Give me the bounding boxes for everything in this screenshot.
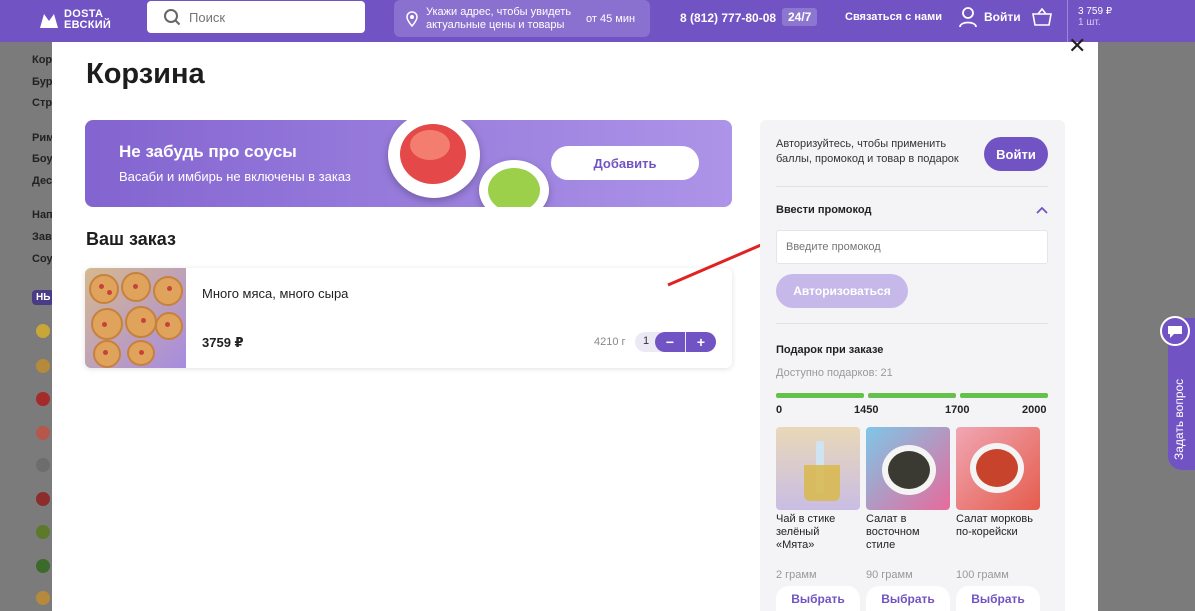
- divider: [776, 323, 1048, 324]
- site-header: DOSTA ЕВСКИЙ Укажи адрес, чтобы увидеть …: [0, 0, 1195, 42]
- gift-progress-segment: [776, 393, 864, 398]
- gift-threshold: 2000: [1022, 404, 1047, 416]
- login-label: Войти: [984, 10, 1021, 24]
- nav-item[interactable]: Бур: [32, 76, 52, 88]
- page-title: Корзина: [86, 58, 205, 90]
- pepper-icon[interactable]: [36, 492, 50, 506]
- nav-item[interactable]: Боу: [32, 153, 53, 165]
- wasabi-bowl-image: [479, 160, 549, 207]
- quantity-stepper: 1 − +: [635, 332, 716, 352]
- location-pin-icon: [406, 10, 418, 27]
- gift-threshold: 0: [776, 404, 783, 416]
- phone-number[interactable]: 8 (812) 777-80-08: [680, 11, 776, 25]
- delivery-time: от 45 мин: [586, 12, 636, 25]
- close-icon[interactable]: ✕: [1068, 35, 1086, 57]
- gift-card[interactable]: Чай в стике зелёный «Мята» 2 грамм: [776, 427, 860, 581]
- basket-icon[interactable]: [1032, 8, 1052, 26]
- nav-item[interactable]: Нап: [32, 209, 53, 221]
- logo-mark-icon: [40, 14, 58, 28]
- address-prompt: Укажи адрес, чтобы увидеть актуальные це…: [426, 5, 572, 31]
- banner-subtitle: Васаби и имбирь не включены в заказ: [119, 169, 351, 184]
- search-icon: [164, 9, 181, 26]
- product-image[interactable]: [85, 268, 186, 368]
- user-icon: [959, 7, 977, 28]
- choose-gift-button[interactable]: Выбрать: [866, 586, 950, 611]
- banner-title: Не забудь про соусы: [119, 142, 297, 161]
- gift-available-count: Доступно подарков: 21: [776, 367, 893, 379]
- nav-item[interactable]: Кор: [32, 54, 52, 66]
- gift-threshold: 1450: [854, 404, 879, 416]
- broccoli-icon[interactable]: [36, 559, 50, 573]
- gift-threshold: 1700: [945, 404, 970, 416]
- category-nav: Кор Бур Стр Рим Боу Дес Нап Зав Соу НЬ: [0, 42, 55, 611]
- search-box[interactable]: [147, 1, 365, 33]
- gift-card[interactable]: Салат в восточном стиле 90 грамм: [866, 427, 950, 581]
- heart-icon[interactable]: [36, 392, 50, 406]
- promo-heading[interactable]: Ввести промокод: [776, 204, 871, 216]
- ask-question-label: Задать вопрос: [1172, 378, 1186, 460]
- nav-item[interactable]: Стр: [32, 97, 52, 109]
- gift-image: [776, 427, 860, 510]
- nav-item[interactable]: Рим: [32, 132, 54, 144]
- sushi-icon[interactable]: [36, 426, 50, 440]
- promo-code-input[interactable]: [776, 230, 1048, 264]
- gift-name: Чай в стике зелёный «Мята»: [776, 513, 836, 551]
- contact-link[interactable]: Связаться с нами: [845, 11, 942, 23]
- gift-progress-segment: [960, 393, 1048, 398]
- authorize-button[interactable]: Авторизоваться: [776, 274, 908, 308]
- nav-item[interactable]: Дес: [32, 175, 52, 187]
- kids-icon[interactable]: [36, 591, 50, 605]
- logo-text: DOSTA ЕВСКИЙ: [64, 8, 112, 31]
- logo[interactable]: DOSTA ЕВСКИЙ: [38, 5, 124, 35]
- checkout-sidebar: Авторизуйтесь, чтобы применить баллы, пр…: [760, 120, 1065, 611]
- product-name: Много мяса, много сыра: [202, 286, 349, 301]
- gift-progress-segment: [868, 393, 956, 398]
- product-weight: 4210 г: [594, 336, 626, 348]
- decrease-quantity-button[interactable]: −: [655, 332, 685, 352]
- nav-item[interactable]: Соу: [32, 253, 53, 265]
- choose-gift-button[interactable]: Выбрать: [776, 586, 860, 611]
- gift-weight: 90 грамм: [866, 569, 913, 581]
- gift-name: Салат морковь по-корейски: [956, 513, 1033, 538]
- gift-image: [866, 427, 950, 510]
- divider: [776, 186, 1048, 187]
- star-icon[interactable]: [36, 324, 50, 338]
- product-price: 3759 ₽: [202, 335, 244, 350]
- cart-item: Много мяса, много сыра 3759 ₽ 4210 г 1 −…: [85, 268, 732, 368]
- auth-prompt: Авторизуйтесь, чтобы применить баллы, пр…: [776, 138, 959, 165]
- chevron-up-icon[interactable]: [1036, 206, 1048, 214]
- choose-gift-button[interactable]: Выбрать: [956, 586, 1040, 611]
- chat-icon: [1168, 326, 1182, 338]
- chat-bubble-icon[interactable]: [1160, 316, 1190, 346]
- gift-weight: 100 грамм: [956, 569, 1009, 581]
- hours-badge: 24/7: [782, 8, 818, 26]
- login-button[interactable]: Войти: [958, 6, 1021, 28]
- order-heading: Ваш заказ: [86, 229, 176, 249]
- cart-total: 3 759 ₽: [1078, 6, 1113, 17]
- gift-name: Салат в восточном стиле: [866, 513, 920, 551]
- search-input[interactable]: [189, 9, 359, 25]
- gift-heading: Подарок при заказе: [776, 344, 884, 356]
- sauce-banner: Не забудь про соусы Васаби и имбирь не в…: [85, 120, 732, 207]
- increase-quantity-button[interactable]: +: [686, 332, 716, 352]
- cart-count: 1 шт.: [1078, 17, 1101, 28]
- people-icon[interactable]: [36, 359, 50, 373]
- add-sauce-button[interactable]: Добавить: [551, 146, 699, 180]
- salad-icon[interactable]: [36, 525, 50, 539]
- cutlery-icon[interactable]: [36, 458, 50, 472]
- nav-item[interactable]: Зав: [32, 231, 52, 243]
- gift-image: [956, 427, 1040, 510]
- sidebar-login-button[interactable]: Войти: [984, 137, 1048, 171]
- quantity-value: 1: [642, 335, 650, 347]
- gift-weight: 2 грамм: [776, 569, 817, 581]
- ginger-bowl-image: [388, 120, 480, 198]
- gift-card[interactable]: Салат морковь по-корейски 100 грамм: [956, 427, 1040, 581]
- address-selector[interactable]: Укажи адрес, чтобы увидеть актуальные це…: [394, 0, 650, 37]
